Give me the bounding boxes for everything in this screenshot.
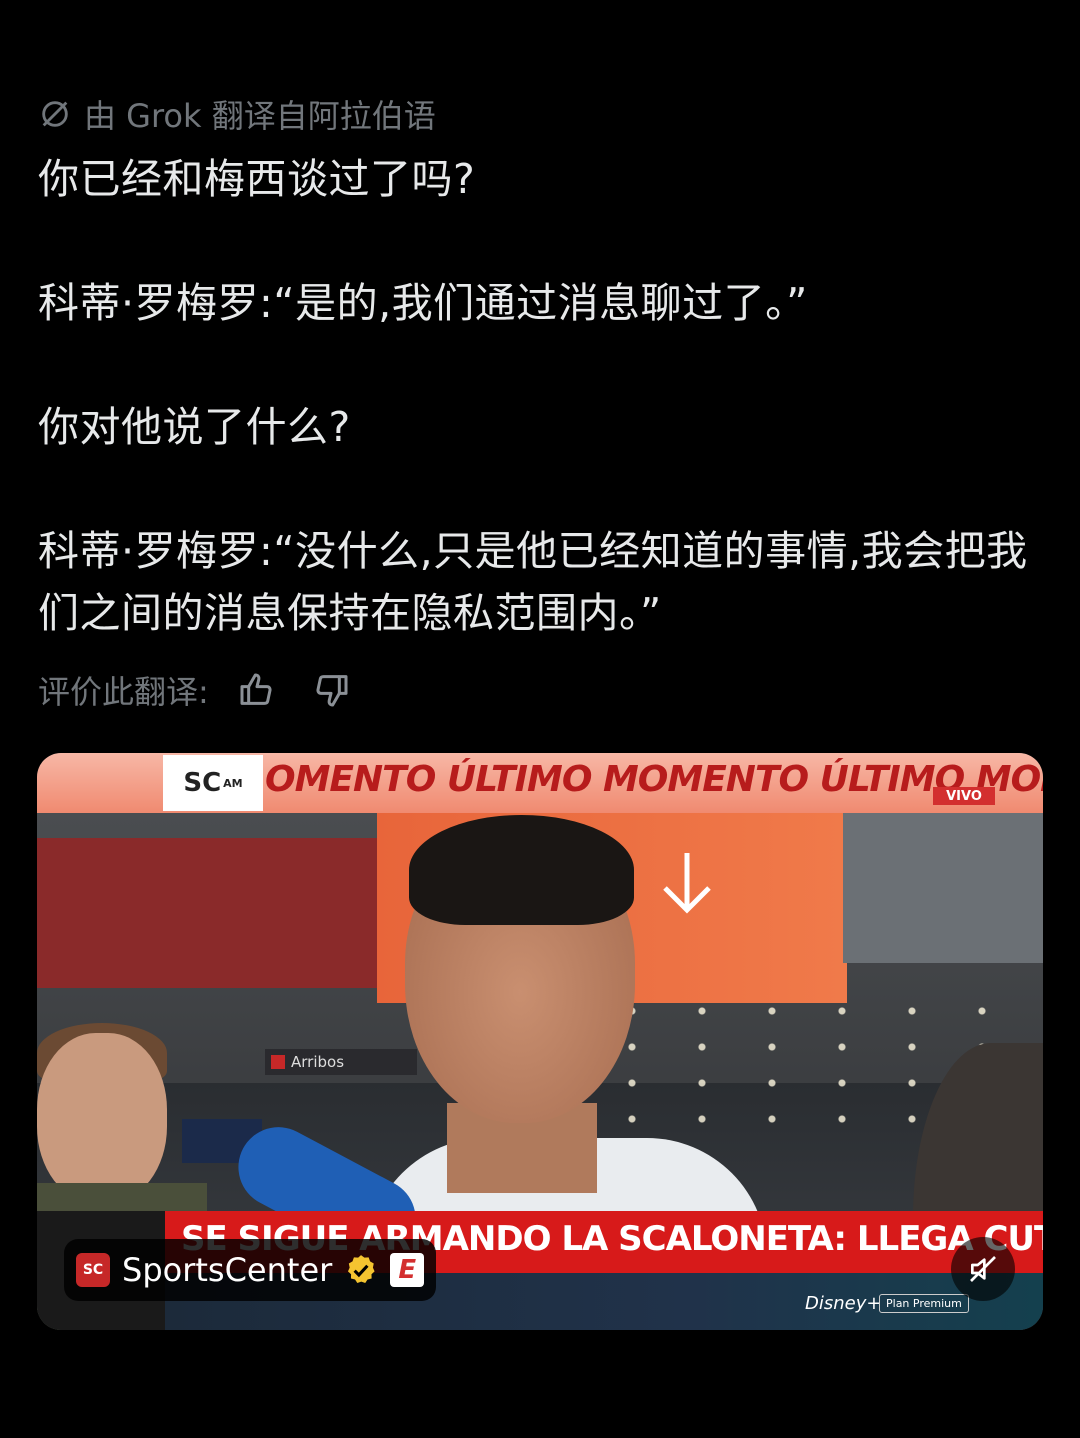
tweet-paragraph: 你已经和梅西谈过了吗? — [38, 155, 476, 203]
plan-label: Plan Premium — [879, 1294, 969, 1313]
arrow-down-icon — [663, 853, 711, 914]
disney-plus-logo: Disney+ — [805, 1293, 882, 1314]
rate-translation-label: 评价此翻译: — [38, 673, 209, 711]
thumbs-down-icon — [316, 675, 348, 707]
thumbs-down-button[interactable] — [305, 664, 357, 716]
video-player[interactable]: Arribos SC AM OMENTO ÚLTIMO MOMENTO ÚLTIM… — [37, 753, 1043, 1330]
channel-attribution[interactable]: SC SportsCenter E — [64, 1239, 437, 1301]
live-badge: VIVO — [933, 787, 995, 805]
grok-icon — [42, 101, 68, 127]
translation-notice-text: 由 Grok 翻译自阿拉伯语 — [84, 97, 436, 135]
breaking-news-text: OMENTO ÚLTIMO MOMENTO ÚLTIMO MOMENTO Ú — [265, 759, 1043, 800]
affiliate-badge: E — [390, 1253, 425, 1287]
thumbs-up-icon — [240, 673, 272, 705]
translation-notice: 由 Grok 翻译自阿拉伯语 — [38, 94, 436, 135]
sportscenter-logo: SC AM — [163, 755, 263, 811]
thumbs-up-button[interactable] — [231, 664, 283, 716]
tweet-paragraph: 你对他说了什么? — [38, 403, 351, 451]
channel-name: SportsCenter — [122, 1251, 333, 1289]
breaking-news-banner: SCAM OMENTO ÚLTIMO MOMENTO ÚLTIMO MOMENT… — [37, 753, 1043, 813]
verified-badge-icon — [348, 1255, 375, 1284]
channel-avatar: SC — [76, 1253, 110, 1287]
tweet-paragraph: 科蒂·罗梅罗:“是的,我们通过消息聊过了。” — [38, 279, 808, 327]
muted-speaker-icon — [970, 1256, 996, 1282]
tweet-paragraph: 科蒂·罗梅罗:“没什么,只是他已经知道的事情,我会把我们之间的消息保持在隐私范围… — [38, 527, 1028, 637]
rate-translation: 评价此翻译: — [38, 664, 357, 716]
mute-button[interactable] — [951, 1237, 1015, 1301]
arribos-sign: Arribos — [265, 1049, 417, 1075]
tweet-text: 你已经和梅西谈过了吗? 科蒂·罗梅罗:“是的,我们通过消息聊过了。” 你对他说了… — [38, 148, 1042, 644]
